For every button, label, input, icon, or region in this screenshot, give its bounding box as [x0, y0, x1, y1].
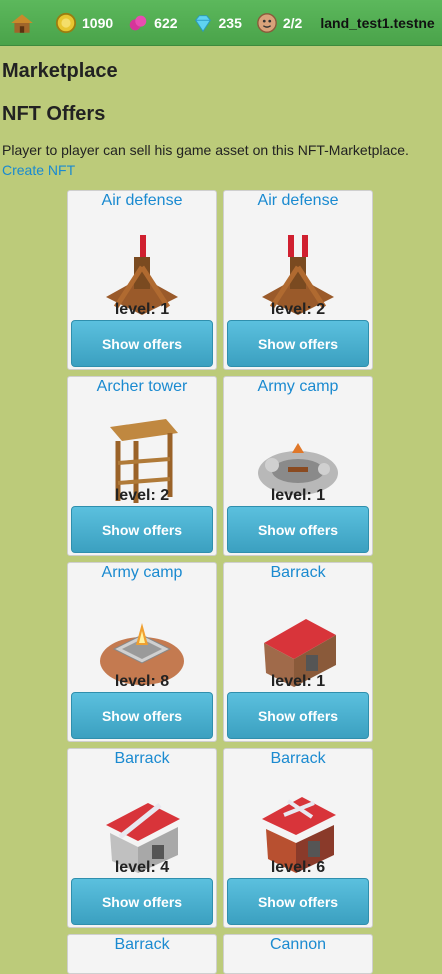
offer-level: level: 2: [270, 301, 326, 318]
gold-amount: 1090: [82, 14, 114, 31]
worker-resource: 2/2: [256, 12, 302, 34]
offer-level: level: 1: [270, 673, 326, 690]
diamond-icon: [194, 14, 211, 32]
offer-card: Cannon: [223, 934, 373, 974]
offer-title[interactable]: Cannon: [224, 936, 372, 954]
offer-card: Barrack level: 1 Show offers: [223, 562, 373, 742]
offer-level: level: 8: [114, 673, 170, 690]
offer-card: Barrack level: 4 Show offers: [67, 748, 217, 928]
gold-resource: 1090: [55, 12, 113, 34]
offer-title[interactable]: Barrack: [224, 564, 372, 582]
show-offers-button[interactable]: Show offers: [227, 320, 369, 367]
section-title: NFT Offers: [2, 103, 106, 125]
worker-icon: [257, 12, 277, 33]
pink-gem-resource: 622: [127, 12, 178, 34]
gold-coin-icon: [55, 12, 77, 33]
show-offers-button[interactable]: Show offers: [227, 692, 369, 739]
offer-card: Army camp level: 1 Show offers: [223, 376, 373, 556]
diamond-amount: 235: [218, 14, 242, 31]
offer-card: Air defense level: 1 Show offers: [67, 190, 217, 370]
page-title: Marketplace: [2, 60, 118, 82]
offer-title[interactable]: Army camp: [68, 564, 216, 582]
home-button[interactable]: [8, 10, 41, 36]
show-offers-button[interactable]: Show offers: [71, 878, 213, 925]
offer-card: Air defense level: 2 Show offers: [223, 190, 373, 370]
offer-title[interactable]: Barrack: [68, 936, 216, 954]
show-offers-button[interactable]: Show offers: [71, 320, 213, 367]
offer-title[interactable]: Barrack: [224, 750, 372, 768]
offers-grid: Air defense level: 1 Show offers Air def…: [67, 190, 442, 974]
show-offers-button[interactable]: Show offers: [227, 878, 369, 925]
hut-icon: [11, 13, 33, 33]
show-offers-button[interactable]: Show offers: [71, 506, 213, 553]
offer-card: Army camp level: 8 Show offers: [67, 562, 217, 742]
show-offers-button[interactable]: Show offers: [227, 506, 369, 553]
offer-level: level: 2: [114, 487, 170, 504]
offer-title[interactable]: Barrack: [68, 750, 216, 768]
top-bar: 1090 622 235 2/2 land_test1.testne: [0, 0, 442, 46]
offer-card: Barrack: [67, 934, 217, 974]
offer-card: Barrack level: 6 Show offers: [223, 748, 373, 928]
land-name[interactable]: land_test1.testne: [320, 15, 434, 31]
offer-level: level: 1: [114, 301, 170, 318]
main-content: Marketplace NFT Offers Player to player …: [0, 60, 442, 974]
worker-count: 2/2: [282, 14, 303, 31]
offer-title[interactable]: Archer tower: [68, 378, 216, 396]
marketplace-description: Player to player can sell his game asset…: [2, 142, 409, 158]
offer-title[interactable]: Air defense: [68, 192, 216, 210]
offer-title[interactable]: Army camp: [224, 378, 372, 396]
offer-level: level: 1: [270, 487, 326, 504]
create-nft-link[interactable]: Create NFT: [2, 162, 75, 178]
offer-card: Archer tower level: 2 Show offers: [67, 376, 217, 556]
offer-level: level: 6: [270, 859, 326, 876]
pink-gem-amount: 622: [154, 14, 178, 31]
show-offers-button[interactable]: Show offers: [71, 692, 213, 739]
offer-title[interactable]: Air defense: [224, 192, 372, 210]
offer-level: level: 4: [114, 859, 170, 876]
diamond-resource: 235: [192, 12, 242, 34]
pink-gem-icon: [129, 15, 147, 30]
